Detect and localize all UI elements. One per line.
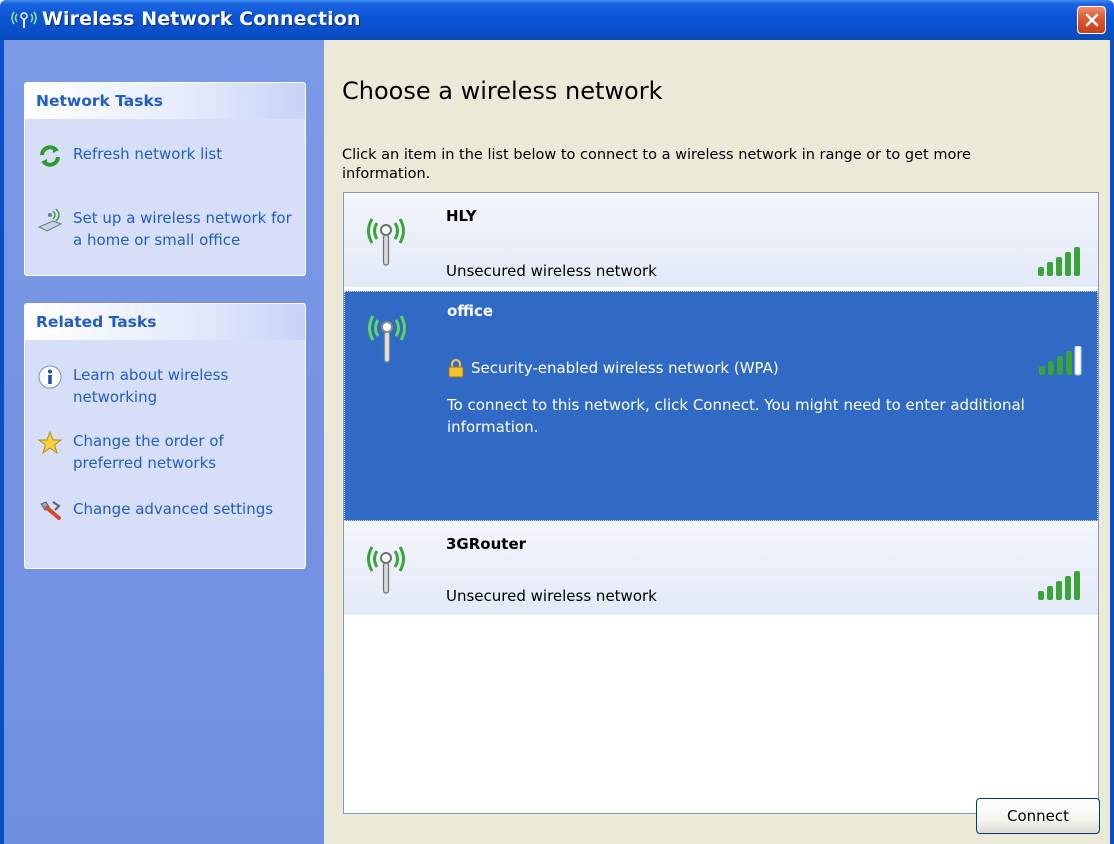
network-tasks-header[interactable]: Network Tasks [25, 83, 305, 119]
network-list[interactable]: HLY Unsecured wireless network office Se… [343, 192, 1099, 814]
network-status-label: Unsecured wireless network [446, 587, 657, 605]
network-status: Unsecured wireless network [446, 262, 657, 280]
learn-wireless-link[interactable]: Learn about wireless networking [37, 364, 295, 408]
change-advanced-settings-label: Change advanced settings [73, 500, 274, 518]
change-order-label: Change the order of preferred networks [73, 432, 224, 472]
related-tasks-box: Related Tasks Learn about wireless netwo… [24, 303, 306, 569]
info-icon [38, 365, 62, 389]
task-pane: Network Tasks Refresh network list Set u… [4, 40, 324, 844]
refresh-icon [40, 145, 60, 167]
window-title: Wireless Network Connection [42, 8, 361, 30]
network-name: 3GRouter [446, 535, 527, 553]
window-frame-right [1110, 40, 1114, 844]
network-name: office [447, 302, 494, 320]
settings-icon [40, 501, 61, 520]
change-advanced-settings-link[interactable]: Change advanced settings [37, 498, 295, 524]
network-status-label: Unsecured wireless network [446, 262, 657, 280]
setup-wireless-network-label: Set up a wireless network for a home or … [73, 209, 292, 249]
setup-wireless-network-link[interactable]: Set up a wireless network for a home or … [37, 207, 295, 251]
title-bar[interactable]: Wireless Network Connection [0, 0, 1114, 40]
related-tasks-header[interactable]: Related Tasks [25, 304, 305, 340]
network-status-label: Security-enabled wireless network (WPA) [471, 359, 779, 377]
wireless-network-icon [11, 11, 37, 28]
main-pane: Choose a wireless network Click an item … [324, 40, 1110, 844]
network-status: Security-enabled wireless network (WPA) [447, 358, 779, 378]
antenna-icon [368, 315, 406, 363]
network-tasks-box: Network Tasks Refresh network list Set u… [24, 82, 306, 276]
network-item-3grouter[interactable]: 3GRouter Unsecured wireless network [344, 523, 1098, 615]
star-icon [37, 430, 63, 455]
instructions-text: Click an item in the list below to conne… [342, 147, 971, 182]
wireless-setup-icon [37, 208, 63, 232]
signal-strength-icon [1038, 247, 1080, 276]
signal-strength-icon [1039, 346, 1082, 376]
change-order-link[interactable]: Change the order of preferred networks [37, 430, 295, 474]
network-detail: To connect to this network, click Connec… [447, 396, 1025, 436]
signal-strength-icon [1038, 571, 1080, 600]
antenna-icon [367, 218, 405, 266]
network-status: Unsecured wireless network [446, 587, 657, 605]
connect-button[interactable]: Connect [976, 798, 1100, 834]
network-name: HLY [446, 207, 477, 225]
network-item-hly[interactable]: HLY Unsecured wireless network [344, 193, 1098, 287]
lock-icon [448, 358, 464, 378]
close-icon [1085, 13, 1098, 27]
close-button[interactable] [1077, 6, 1106, 34]
refresh-network-list-link[interactable]: Refresh network list [37, 143, 295, 169]
refresh-network-list-label: Refresh network list [73, 145, 223, 163]
page-title: Choose a wireless network [342, 77, 663, 105]
antenna-icon [367, 546, 405, 594]
learn-wireless-label: Learn about wireless networking [73, 366, 229, 406]
network-item-office[interactable]: office Security-enabled wireless network… [344, 291, 1098, 521]
